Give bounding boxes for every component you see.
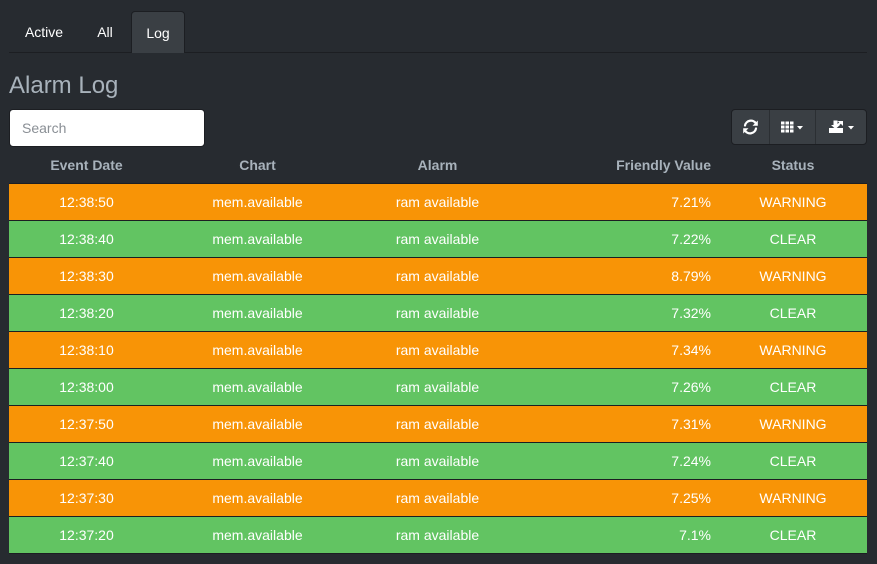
table-row[interactable]: 12:38:30 mem.available ram available 8.7… — [9, 258, 867, 295]
friendly-value-cell: 7.25% — [671, 490, 711, 506]
table-row[interactable]: 12:38:40 mem.available ram available 7.2… — [9, 221, 867, 258]
event-date-cell: 12:37:20 — [59, 527, 114, 543]
event-date-cell: 12:37:50 — [59, 416, 114, 432]
chart-cell: mem.available — [212, 268, 303, 284]
friendly-value-cell: 7.21% — [671, 194, 711, 210]
export-icon — [829, 120, 854, 133]
friendly-value-cell: 7.1% — [679, 527, 711, 543]
event-date-cell: 12:38:00 — [59, 379, 114, 395]
table-row[interactable]: 12:37:30 mem.available ram available 7.2… — [9, 480, 867, 517]
alarm-cell: ram available — [395, 342, 480, 358]
event-date-cell: 12:38:30 — [59, 268, 114, 284]
chart-cell: mem.available — [212, 453, 303, 469]
columns-grid-icon — [781, 121, 803, 133]
event-date-cell: 12:38:40 — [59, 231, 114, 247]
chart-cell: mem.available — [212, 527, 303, 543]
friendly-value-cell: 8.79% — [671, 268, 711, 284]
tab-active[interactable]: Active — [9, 11, 79, 53]
column-header-status[interactable]: Status — [717, 150, 869, 182]
export-button[interactable] — [815, 110, 866, 144]
refresh-button[interactable] — [732, 110, 769, 144]
tab-bar: Active All Log — [9, 11, 867, 53]
tab-log[interactable]: Log — [131, 11, 185, 53]
chart-cell: mem.available — [212, 490, 303, 506]
event-date-cell: 12:38:20 — [59, 305, 114, 321]
alarm-cell: ram available — [395, 527, 480, 543]
event-date-cell: 12:37:40 — [59, 453, 114, 469]
column-header-chart[interactable]: Chart — [164, 150, 351, 182]
table-header: Event Date Chart Alarm Friendly Value St… — [9, 150, 867, 184]
status-cell: CLEAR — [769, 379, 817, 395]
table-row[interactable]: 12:38:50 mem.available ram available 7.2… — [9, 184, 867, 221]
table-row[interactable]: 12:37:40 mem.available ram available 7.2… — [9, 443, 867, 480]
event-date-cell: 12:38:10 — [59, 342, 114, 358]
event-date-cell: 12:37:30 — [59, 490, 114, 506]
chart-cell: mem.available — [212, 194, 303, 210]
chart-cell: mem.available — [212, 231, 303, 247]
event-date-cell: 12:38:50 — [59, 194, 114, 210]
chart-cell: mem.available — [212, 342, 303, 358]
table-row[interactable]: 12:37:50 mem.available ram available 7.3… — [9, 406, 867, 443]
status-cell: CLEAR — [769, 231, 817, 247]
table-row[interactable]: 12:38:10 mem.available ram available 7.3… — [9, 332, 867, 369]
alarm-cell: ram available — [395, 194, 480, 210]
alarm-cell: ram available — [395, 453, 480, 469]
friendly-value-cell: 7.31% — [671, 416, 711, 432]
column-header-event-date[interactable]: Event Date — [9, 150, 164, 182]
alarm-cell: ram available — [395, 231, 480, 247]
status-cell: CLEAR — [769, 453, 817, 469]
alarm-cell: ram available — [395, 379, 480, 395]
columns-button[interactable] — [769, 110, 815, 144]
page-title: Alarm Log — [9, 72, 119, 99]
chart-cell: mem.available — [212, 379, 303, 395]
status-cell: WARNING — [759, 416, 827, 432]
tab-all[interactable]: All — [81, 11, 129, 53]
friendly-value-cell: 7.26% — [671, 379, 711, 395]
status-cell: WARNING — [759, 342, 827, 358]
chart-cell: mem.available — [212, 305, 303, 321]
friendly-value-cell: 7.34% — [671, 342, 711, 358]
friendly-value-cell: 7.32% — [671, 305, 711, 321]
column-header-friendly-value[interactable]: Friendly Value — [524, 150, 711, 182]
status-cell: WARNING — [759, 490, 827, 506]
column-header-alarm[interactable]: Alarm — [351, 150, 524, 182]
alarm-log-table-body: 12:38:50 mem.available ram available 7.2… — [9, 184, 867, 554]
status-cell: CLEAR — [769, 527, 817, 543]
alarm-cell: ram available — [395, 416, 480, 432]
refresh-icon — [743, 119, 758, 135]
alarm-cell: ram available — [395, 305, 480, 321]
table-toolbar — [731, 109, 867, 145]
status-cell: WARNING — [759, 194, 827, 210]
table-row[interactable]: 12:37:20 mem.available ram available 7.1… — [9, 517, 867, 554]
friendly-value-cell: 7.24% — [671, 453, 711, 469]
search-input[interactable] — [9, 109, 205, 147]
status-cell: WARNING — [759, 268, 827, 284]
table-row[interactable]: 12:38:20 mem.available ram available 7.3… — [9, 295, 867, 332]
friendly-value-cell: 7.22% — [671, 231, 711, 247]
chart-cell: mem.available — [212, 416, 303, 432]
status-cell: CLEAR — [769, 305, 817, 321]
table-row[interactable]: 12:38:00 mem.available ram available 7.2… — [9, 369, 867, 406]
alarm-cell: ram available — [395, 490, 480, 506]
alarm-cell: ram available — [395, 268, 480, 284]
